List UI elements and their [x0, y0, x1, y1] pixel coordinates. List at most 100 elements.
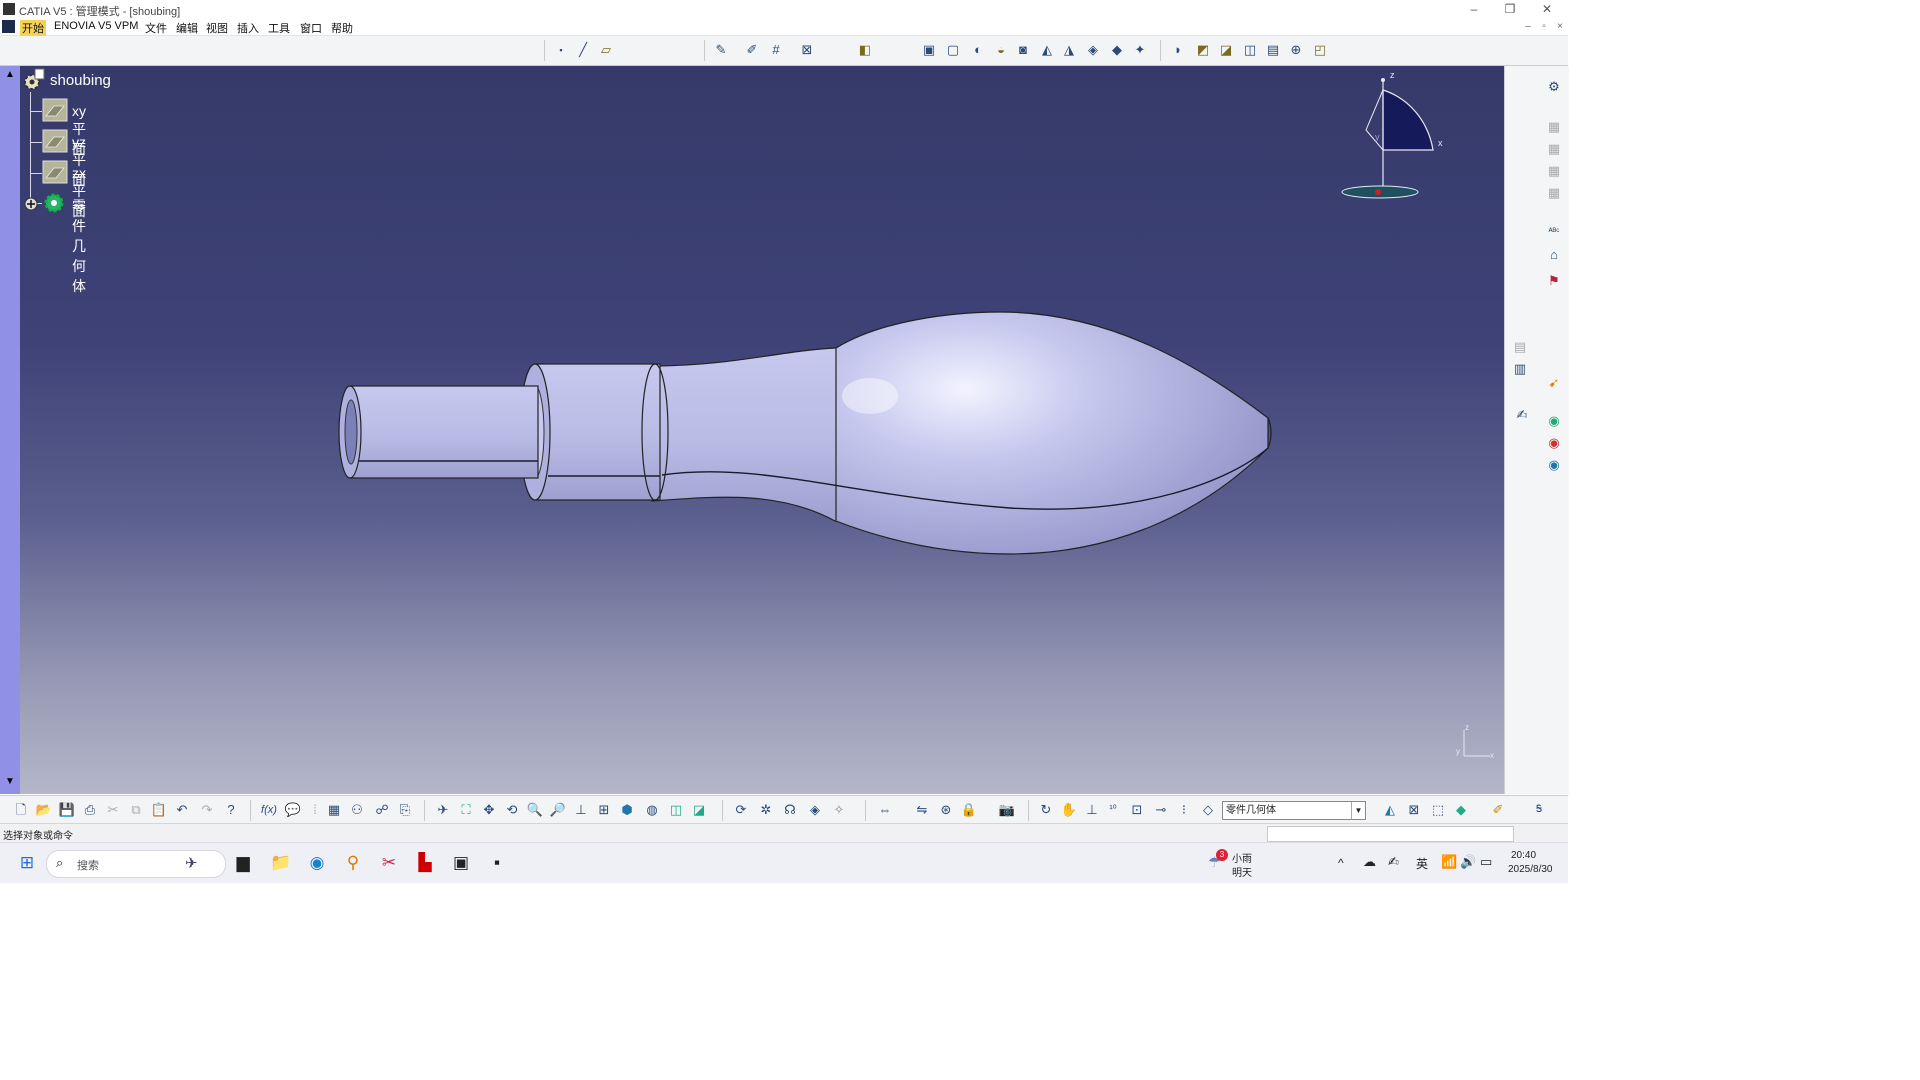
number-icon[interactable]: ¹⁰: [1104, 801, 1122, 819]
edge-browser-icon[interactable]: ◉: [306, 852, 328, 874]
swap-visible-icon[interactable]: ◪: [690, 801, 708, 819]
surface-icon[interactable]: ◈: [806, 801, 824, 819]
lock-icon[interactable]: 🔒: [960, 801, 978, 819]
knowledge-icon[interactable]: ⁞: [306, 801, 324, 819]
file-explorer-icon[interactable]: 📁: [270, 852, 292, 874]
taskbar-search[interactable]: ⌕ 搜索 ✈: [46, 850, 226, 878]
3d-annotation-icon[interactable]: ⚑: [1545, 272, 1563, 290]
open-folder-icon[interactable]: 📂: [35, 801, 53, 819]
battery-icon[interactable]: ▭: [1480, 854, 1492, 870]
shading-icon[interactable]: ◍: [643, 801, 661, 819]
tree-item-part-body[interactable]: 零件几何体: [72, 196, 86, 296]
fillet-icon[interactable]: ◗: [1169, 41, 1187, 59]
part-gear-icon[interactable]: [22, 68, 46, 92]
menu-edit[interactable]: 编辑: [176, 20, 198, 36]
copy-icon[interactable]: ⧉: [127, 801, 145, 819]
plane-icon[interactable]: [42, 160, 68, 184]
update-icon[interactable]: ⟳: [732, 801, 750, 819]
material-library-icon[interactable]: ◉: [1545, 434, 1563, 452]
axis-system-icon[interactable]: ⊠: [798, 41, 816, 59]
catia-taskbar-icon[interactable]: ▪: [486, 852, 508, 874]
menu-file[interactable]: 文件: [145, 20, 167, 36]
cloud-icon[interactable]: ☁: [1363, 854, 1376, 870]
tray-expand-icon[interactable]: ^: [1338, 856, 1344, 870]
hand-icon[interactable]: ✋: [1060, 801, 1078, 819]
paste-icon[interactable]: 📋: [150, 801, 168, 819]
weather-line2[interactable]: 明天: [1232, 864, 1252, 879]
curve-icon[interactable]: ☊: [781, 801, 799, 819]
thread-icon[interactable]: ⊕: [1287, 41, 1305, 59]
cut-icon[interactable]: ✂: [104, 801, 122, 819]
save-icon[interactable]: 💾: [58, 801, 76, 819]
comment-icon[interactable]: 💬: [284, 801, 302, 819]
minimize-button[interactable]: –: [1458, 1, 1490, 17]
menu-insert[interactable]: 插入: [237, 20, 259, 36]
render-style-icon[interactable]: ◭: [1381, 801, 1399, 819]
body-gear-icon[interactable]: [42, 191, 66, 215]
tree-root-label[interactable]: shoubing: [50, 72, 111, 89]
quick-select-icon[interactable]: ⊠: [1405, 801, 1423, 819]
snipping-tool-icon[interactable]: ✂: [378, 852, 400, 874]
zoom-in-icon[interactable]: 🔍: [526, 801, 544, 819]
terminal-icon[interactable]: ▣: [450, 852, 472, 874]
instantiate-icon[interactable]: ⎘: [396, 801, 414, 819]
eraser-icon[interactable]: ◇: [1199, 801, 1217, 819]
new-file-icon[interactable]: 🗋: [12, 801, 30, 819]
pocket-icon[interactable]: ▢: [944, 41, 962, 59]
snap-icon[interactable]: ⊸: [1152, 801, 1170, 819]
task-view-icon[interactable]: ▆: [232, 852, 254, 874]
tools-palette-icon[interactable]: ✐: [1489, 801, 1507, 819]
measure-between-icon[interactable]: ⇔: [876, 801, 894, 819]
pattern-icon[interactable]: ▦: [1545, 162, 1563, 180]
menu-start[interactable]: 开始: [20, 20, 46, 36]
rotate-icon[interactable]: ⟲: [503, 801, 521, 819]
shell-icon[interactable]: ◫: [1241, 41, 1259, 59]
layer-icon[interactable]: ◧: [856, 41, 874, 59]
chamfer-icon[interactable]: ◩: [1194, 41, 1212, 59]
measure-item-icon[interactable]: ⇋: [913, 801, 931, 819]
zoom-out-icon[interactable]: 🔎: [549, 801, 567, 819]
search-app-icon[interactable]: ⚲: [342, 852, 364, 874]
wifi-icon[interactable]: 📶: [1441, 854, 1457, 870]
menu-window[interactable]: 窗口: [300, 20, 322, 36]
sketch-tools-icon[interactable]: ✲: [757, 801, 775, 819]
redo-icon[interactable]: ↷: [198, 801, 216, 819]
doc-restore-button[interactable]: ▫: [1537, 20, 1551, 33]
mirror-icon[interactable]: ▦: [1545, 140, 1563, 158]
refresh-icon[interactable]: ↻: [1037, 801, 1055, 819]
weather-line1[interactable]: 小雨: [1232, 850, 1252, 865]
multi-section-icon[interactable]: ◈: [1084, 41, 1102, 59]
settings-gear-icon[interactable]: ⚙: [1545, 78, 1563, 96]
scroll-up-arrow-icon[interactable]: ▲: [5, 69, 15, 80]
catalog-icon[interactable]: ⚇: [348, 801, 366, 819]
menu-view[interactable]: 视图: [206, 20, 228, 36]
3d-viewport[interactable]: z x y z y x shoubing xy 平面 yz 平面 zx 平面 零…: [20, 66, 1504, 794]
rib-icon[interactable]: ◭: [1038, 41, 1056, 59]
menu-help[interactable]: 帮助: [331, 20, 353, 36]
command-input[interactable]: [1267, 826, 1514, 842]
shaft-icon[interactable]: ◐: [969, 41, 987, 59]
grid-icon[interactable]: #: [767, 41, 785, 59]
analysis-icon[interactable]: ✧: [830, 801, 848, 819]
fit-all-icon[interactable]: ⛶: [457, 801, 475, 819]
plane-icon[interactable]: [42, 129, 68, 153]
clock-date[interactable]: 2025/8/30: [1508, 864, 1553, 875]
compass-icon[interactable]: ⊡: [1128, 801, 1146, 819]
print-icon[interactable]: ⎙: [81, 801, 99, 819]
chevron-down-icon[interactable]: ▼: [1351, 802, 1365, 819]
cube-view-icon[interactable]: ⬚: [1429, 801, 1447, 819]
current-body-select[interactable]: 零件几何体 ▼: [1222, 801, 1366, 820]
doc-minimize-button[interactable]: –: [1521, 20, 1535, 33]
pen-input-icon[interactable]: ✍: [1388, 854, 1399, 870]
point-icon[interactable]: ▪: [552, 41, 570, 59]
groove-icon[interactable]: ◒: [992, 41, 1010, 59]
plane-icon[interactable]: [42, 98, 68, 122]
menu-tools[interactable]: 工具: [268, 20, 290, 36]
close-button[interactable]: ✕: [1531, 1, 1563, 17]
positioned-sketch-icon[interactable]: ✐: [743, 41, 761, 59]
material-icon[interactable]: ◆: [1452, 801, 1470, 819]
select-pointer-icon[interactable]: ➹: [1545, 374, 1563, 392]
compass-widget[interactable]: z x y: [1338, 70, 1448, 210]
pan-icon[interactable]: ✥: [480, 801, 498, 819]
design-table-icon[interactable]: ▦: [325, 801, 343, 819]
